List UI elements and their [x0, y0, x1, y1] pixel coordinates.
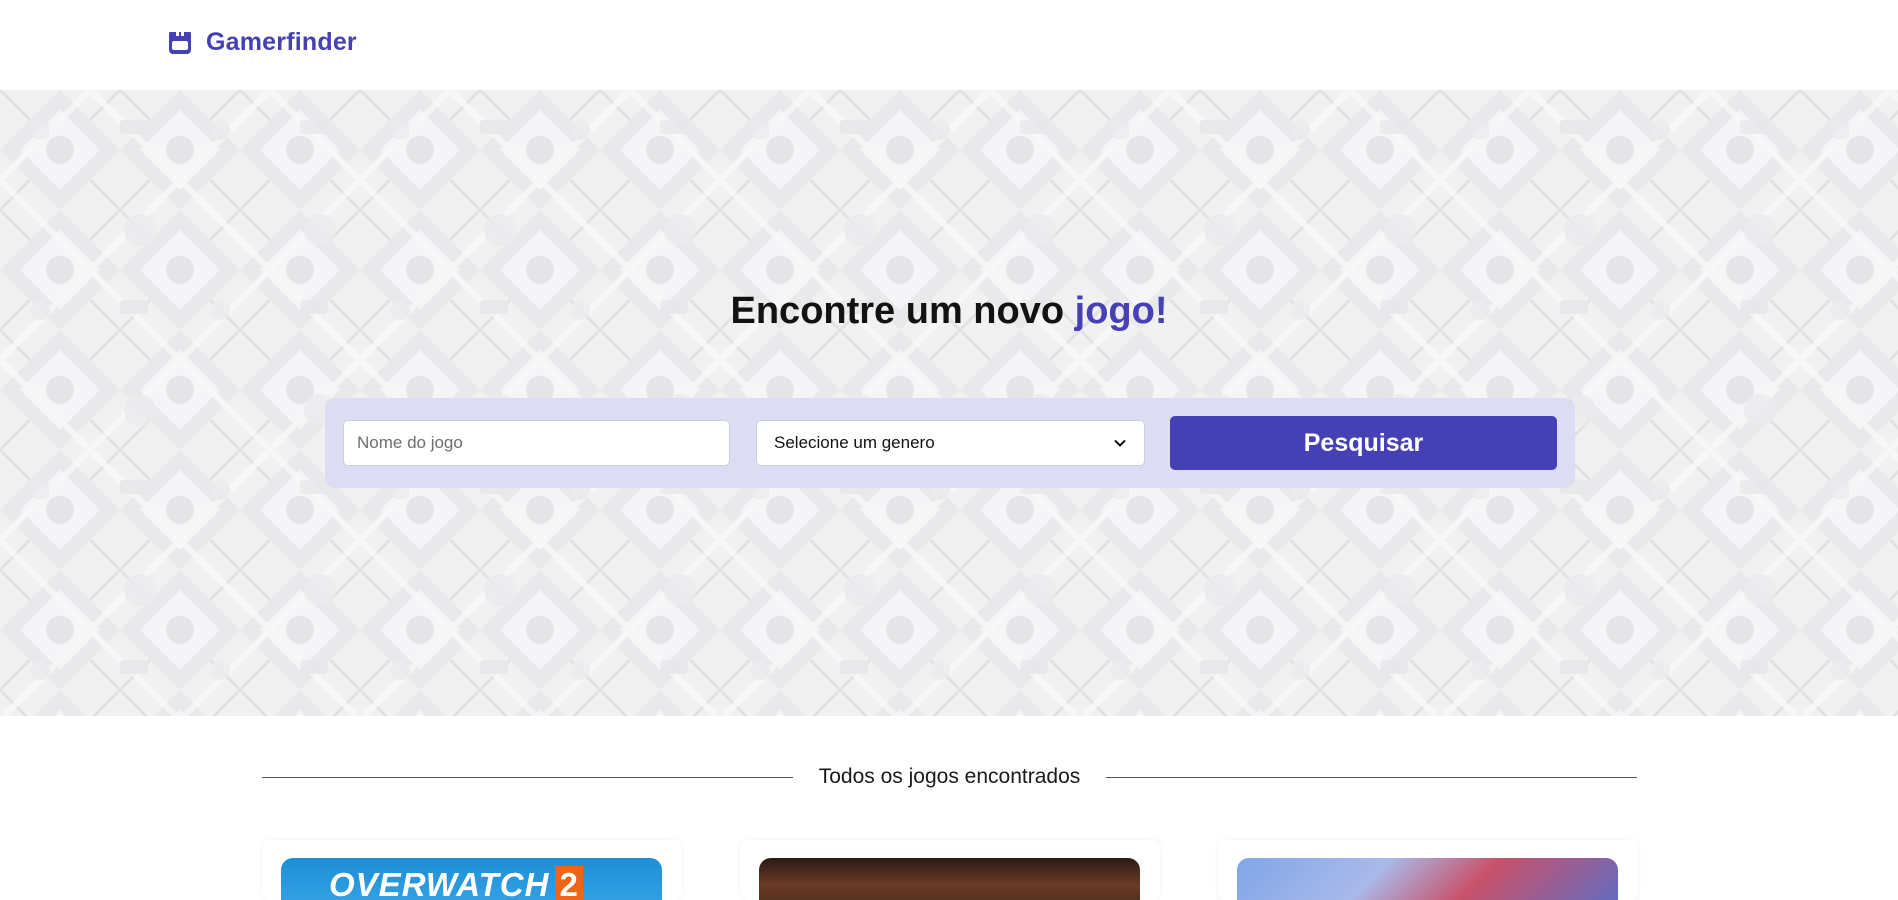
game-cover-image [759, 858, 1140, 900]
hero-title-accent: jogo! [1074, 290, 1168, 332]
hero-title-main: Encontre um novo [730, 290, 1075, 332]
results-heading: Todos os jogos encontrados [818, 765, 1081, 788]
results-divider: Todos os jogos encontrados [262, 762, 1638, 792]
divider-line-left [262, 776, 793, 778]
cover-logo-word: OVERWATCH [329, 866, 550, 900]
game-cover-image: OVERWATCH 2 [281, 858, 662, 900]
cover-logo-text: OVERWATCH 2 [329, 866, 583, 900]
genre-select[interactable]: Selecione um genero [756, 420, 1145, 466]
genre-select-value: Selecione um genero [774, 433, 935, 452]
game-cover-image [1237, 858, 1618, 900]
divider-line-right [1106, 776, 1638, 778]
game-card[interactable] [740, 840, 1160, 900]
top-navbar: Gamerfinder [0, 0, 1898, 90]
game-card[interactable]: OVERWATCH 2 [262, 840, 682, 900]
brand-logo-link[interactable]: Gamerfinder [166, 28, 357, 57]
cover-logo-badge: 2 [555, 866, 583, 900]
game-name-input[interactable] [343, 420, 730, 466]
search-panel: Selecione um genero Pesquisar [325, 398, 1575, 488]
hero-title: Encontre um novo jogo! [0, 290, 1898, 333]
game-card[interactable] [1218, 840, 1638, 900]
chevron-down-icon [1114, 439, 1126, 447]
brand-name: Gamerfinder [206, 28, 357, 56]
gamepad-logo-icon [169, 31, 191, 54]
search-button[interactable]: Pesquisar [1170, 416, 1557, 470]
hero-section: Encontre um novo jogo! Selecione um gene… [0, 90, 1898, 716]
